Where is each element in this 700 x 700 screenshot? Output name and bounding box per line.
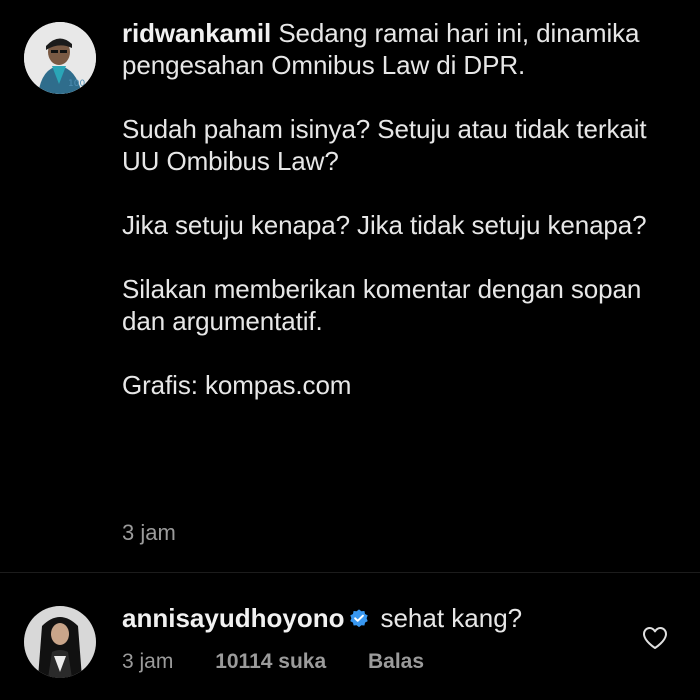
caption-timestamp: 3 jam	[122, 520, 176, 545]
comments-screen: 100 ridwankamil Sedang ramai hari ini, d…	[0, 0, 700, 700]
caption-paragraph-4: Silakan memberikan komentar dengan sopan…	[122, 274, 642, 336]
reply-button[interactable]: Balas	[368, 650, 424, 673]
commenter-avatar[interactable]	[24, 606, 96, 678]
heart-outline-icon[interactable]	[642, 626, 668, 650]
owner-avatar-image: 100	[24, 22, 96, 94]
comment-text-line: annisayudhoyono sehat kang?	[122, 602, 522, 634]
comment-timestamp: 3 jam	[122, 650, 174, 673]
owner-avatar-badge: 100	[68, 79, 85, 89]
commenter-avatar-image	[24, 606, 96, 678]
divider	[0, 572, 700, 573]
comment-meta: 3 jam 10114 suka Balas	[122, 650, 460, 674]
owner-username[interactable]: ridwankamil	[122, 18, 271, 48]
comment-text: sehat kang?	[380, 603, 523, 633]
caption-paragraph-3: Jika setuju kenapa? Jika tidak setuju ke…	[122, 210, 647, 240]
verified-badge-icon	[350, 609, 369, 628]
caption-paragraph-2: Sudah paham isinya? Setuju atau tidak te…	[122, 114, 647, 176]
comment-like-count[interactable]: 10114 suka	[215, 650, 326, 673]
commenter-username[interactable]: annisayudhoyono	[122, 603, 344, 633]
owner-avatar[interactable]: 100	[24, 22, 96, 94]
comment-row: annisayudhoyono sehat kang? 3 jam 10114 …	[0, 580, 700, 700]
caption-text: ridwankamil Sedang ramai hari ini, dinam…	[122, 17, 682, 433]
caption-paragraph-5: Grafis: kompas.com	[122, 370, 352, 400]
